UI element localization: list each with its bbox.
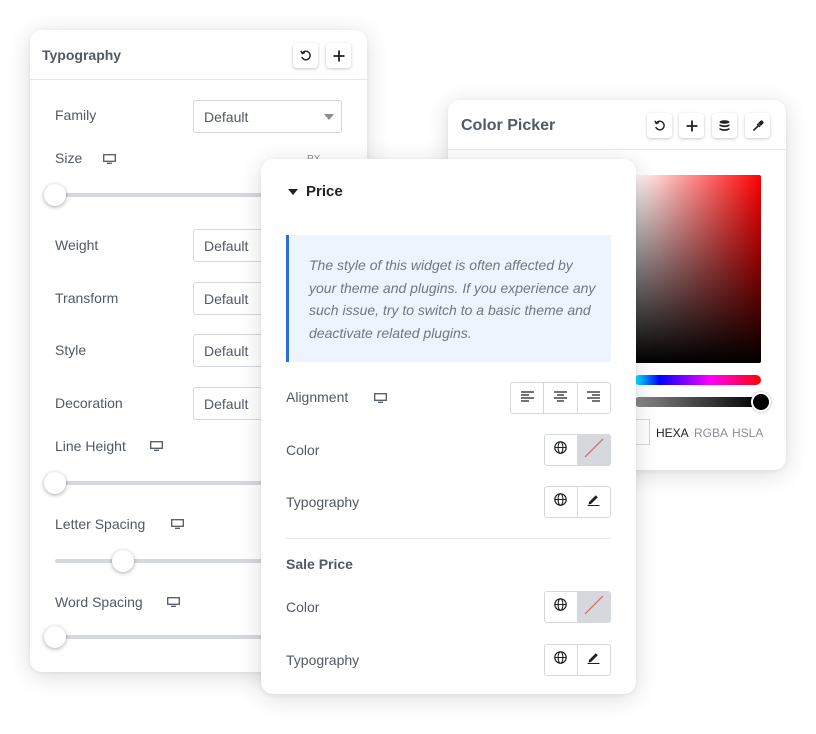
size-slider-thumb[interactable] (44, 184, 66, 206)
reset-button[interactable] (293, 43, 318, 68)
typography-panel-header: Typography (30, 30, 367, 80)
color-control (544, 434, 611, 466)
globe-icon (554, 651, 568, 669)
alpha-slider[interactable] (634, 397, 761, 407)
global-color-button[interactable] (545, 592, 578, 622)
notice-text: The style of this widget is often affect… (309, 257, 596, 341)
letter-spacing-label: Letter Spacing (55, 516, 146, 532)
alignment-label: Alignment (286, 389, 349, 405)
format-hsla[interactable]: HSLA (732, 426, 763, 440)
align-right-button[interactable] (578, 383, 610, 413)
family-label: Family (55, 107, 97, 123)
caret-down-icon (288, 188, 298, 195)
global-color-button[interactable] (545, 435, 578, 465)
database-icon (719, 119, 730, 132)
section-divider (286, 538, 611, 539)
global-colors-button[interactable] (712, 113, 737, 138)
pencil-icon (587, 651, 600, 669)
line-height-slider-thumb[interactable] (44, 472, 66, 494)
sale-color-label: Color (286, 599, 320, 615)
weight-value: Default (204, 238, 249, 254)
panel-title: Typography (42, 47, 122, 63)
no-color-slash-icon (583, 437, 605, 464)
family-value: Default (204, 109, 249, 125)
color-label: Color (286, 442, 320, 458)
word-spacing-label: Word Spacing (55, 594, 143, 610)
edit-typography-button[interactable] (578, 487, 611, 517)
style-notice: The style of this widget is often affect… (286, 235, 611, 362)
eyedropper-button[interactable] (745, 113, 770, 138)
decoration-label: Decoration (55, 395, 123, 411)
saturation-value-area[interactable] (634, 175, 761, 363)
weight-label: Weight (55, 237, 99, 253)
sale-typography-control (544, 644, 611, 676)
style-value: Default (204, 343, 249, 359)
no-color-slash-icon (583, 594, 605, 621)
section-title: Price (306, 183, 343, 200)
align-center-button[interactable] (544, 383, 578, 413)
eyedropper-icon (752, 120, 764, 132)
pencil-icon (587, 493, 600, 511)
add-button[interactable] (679, 113, 704, 138)
globe-icon (554, 598, 568, 616)
global-typography-button[interactable] (545, 645, 578, 675)
caret-down-icon (324, 114, 334, 120)
typography-label: Typography (286, 494, 360, 510)
decoration-value: Default (204, 396, 249, 412)
transform-label: Transform (55, 290, 119, 306)
alpha-slider-knob[interactable] (751, 392, 771, 412)
word-spacing-slider-thumb[interactable] (44, 626, 66, 648)
desktop-icon[interactable] (167, 597, 180, 607)
family-select[interactable]: Default (193, 100, 342, 133)
alignment-control (510, 382, 611, 414)
size-label: Size (55, 150, 83, 166)
align-left-icon (520, 389, 534, 407)
reset-icon (653, 120, 666, 132)
desktop-icon[interactable] (103, 154, 116, 164)
reset-icon (299, 50, 312, 62)
globe-icon (554, 441, 568, 459)
style-label: Style (55, 342, 87, 358)
price-section-toggle[interactable]: Price (286, 183, 343, 200)
add-button[interactable] (326, 43, 351, 68)
transform-value: Default (204, 291, 249, 307)
format-rgba[interactable]: RGBA (694, 426, 728, 440)
sale-price-heading: Sale Price (286, 556, 353, 572)
desktop-icon[interactable] (150, 441, 163, 451)
global-typography-button[interactable] (545, 487, 578, 517)
typography-control (544, 486, 611, 518)
price-panel: Price The style of this widget is often … (261, 159, 636, 694)
color-swatch[interactable] (577, 435, 610, 465)
desktop-icon[interactable] (374, 393, 387, 403)
plus-icon (686, 120, 698, 132)
align-center-icon (553, 389, 567, 407)
align-left-button[interactable] (511, 383, 545, 413)
reset-button[interactable] (647, 113, 672, 138)
align-right-icon (587, 389, 601, 407)
hex-input[interactable] (634, 419, 650, 445)
hue-slider[interactable] (634, 375, 761, 385)
desktop-icon[interactable] (171, 519, 184, 529)
color-swatch[interactable] (577, 592, 610, 622)
globe-icon (554, 493, 568, 511)
sale-typography-label: Typography (286, 652, 360, 668)
edit-typography-button[interactable] (578, 645, 611, 675)
panel-title: Color Picker (461, 117, 556, 134)
color-picker-header: Color Picker (448, 100, 786, 150)
line-height-label: Line Height (55, 438, 126, 454)
sale-color-control (544, 591, 611, 623)
plus-icon (333, 50, 345, 62)
format-hexa[interactable]: HEXA (656, 426, 689, 440)
letter-spacing-slider-thumb[interactable] (112, 550, 134, 572)
